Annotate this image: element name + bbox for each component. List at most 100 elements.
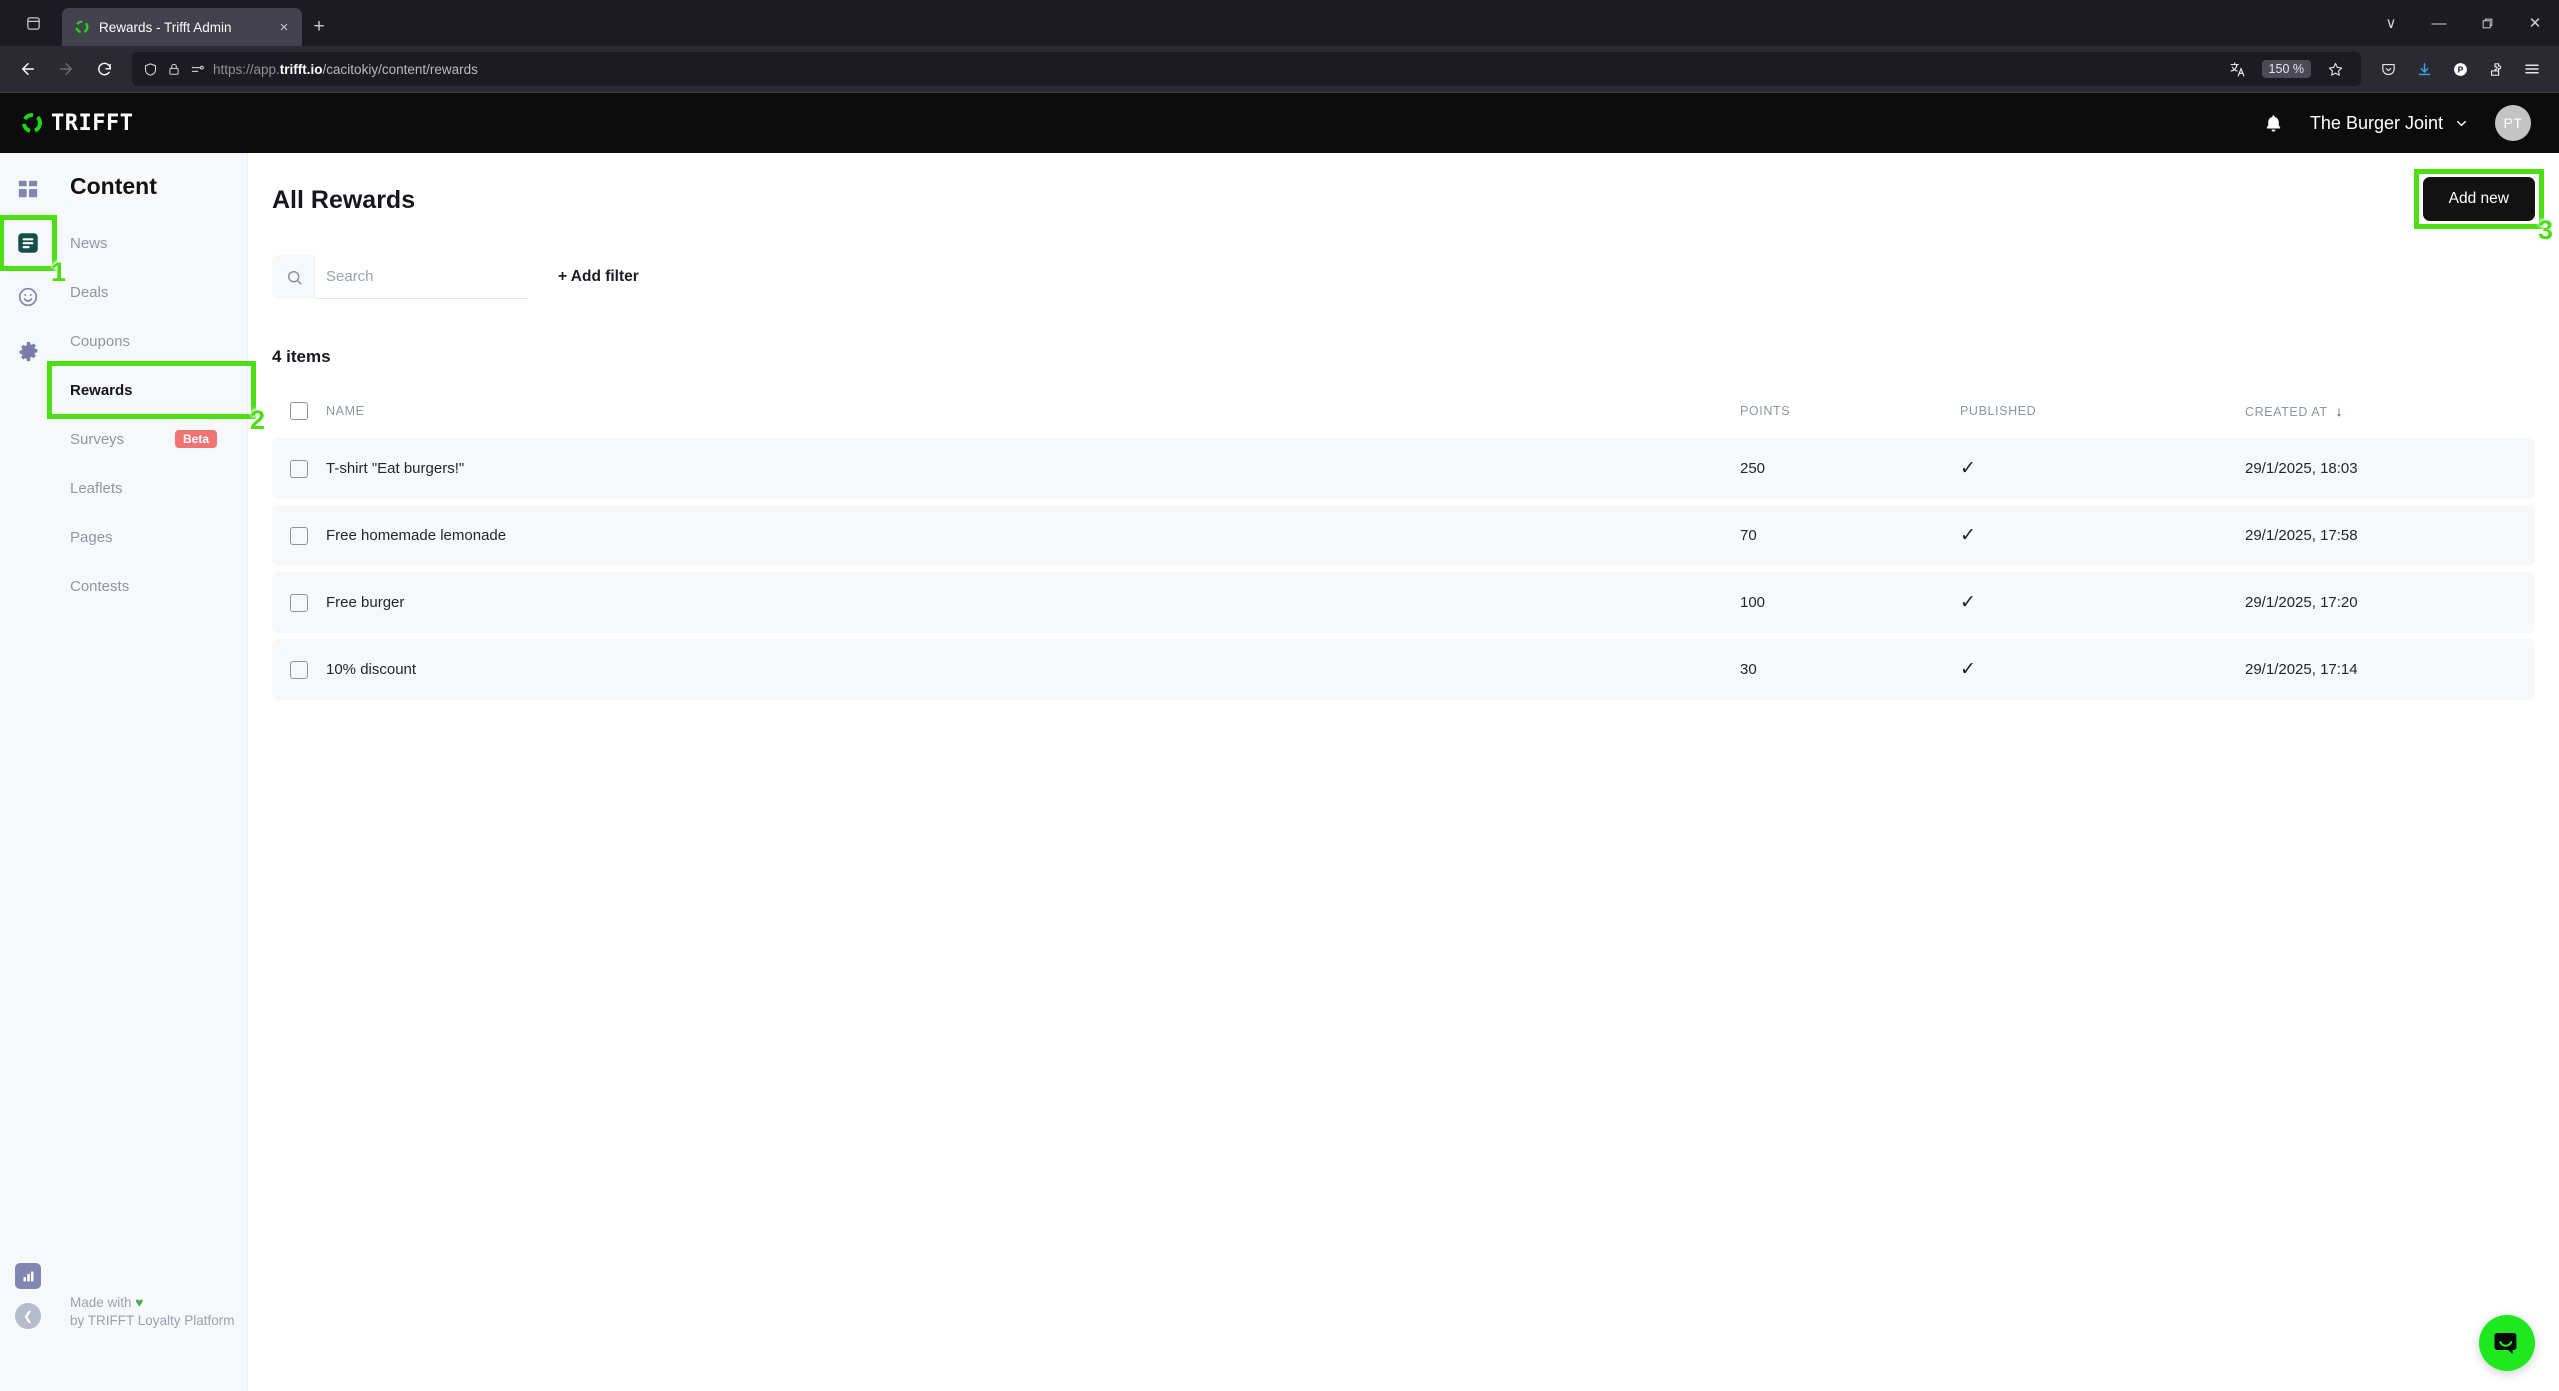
row-checkbox[interactable]	[290, 526, 308, 545]
menu-icon[interactable]	[2515, 52, 2549, 86]
row-points: 70	[1740, 527, 1757, 544]
row-published: ✓	[1960, 458, 1976, 479]
url-text: https://app.trifft.io/cacitokiy/content/…	[213, 61, 478, 77]
chat-bubble-icon	[2494, 1333, 2517, 1355]
minimize-icon[interactable]: —	[2415, 0, 2463, 46]
close-window-icon[interactable]: ✕	[2511, 0, 2559, 46]
browser-toolbar-icons: P	[2371, 52, 2549, 86]
browser-window: Rewards - Trifft Admin × + ∨ — ✕ https:/…	[0, 0, 2559, 1391]
application: TRIFFT The Burger Joint PT ❮ Content New…	[0, 93, 2559, 1391]
downloads-icon[interactable]	[2407, 52, 2441, 86]
sidebar-rail-settings[interactable]	[8, 331, 48, 371]
app-header: TRIFFT The Burger Joint PT	[0, 93, 2559, 153]
column-points[interactable]: POINTS	[1740, 392, 1960, 432]
translate-icon[interactable]	[2220, 52, 2256, 86]
row-published: ✓	[1960, 525, 1976, 546]
table-body: T-shirt "Eat burgers!" 250 ✓ 29/1/2025, …	[272, 438, 2535, 700]
row-checkbox[interactable]	[290, 593, 308, 612]
avatar[interactable]: PT	[2495, 105, 2531, 141]
row-checkbox[interactable]	[290, 660, 308, 679]
sidebar-icon-rail: ❮	[0, 153, 56, 1391]
engagement-smiley-icon	[18, 287, 38, 307]
sidebar-rail-content[interactable]	[8, 223, 48, 263]
sidebar-item-surveys[interactable]: Surveys Beta	[56, 418, 247, 460]
row-select-cell	[272, 505, 326, 566]
page-title: Content	[70, 173, 157, 199]
sidebar-item-label: Rewards	[70, 381, 133, 399]
table-row[interactable]: 10% discount 30 ✓ 29/1/2025, 17:14	[272, 639, 2535, 700]
sidebar-item-news[interactable]: News	[56, 222, 247, 264]
shield-icon[interactable]	[143, 62, 158, 77]
tab-strip: Rewards - Trifft Admin × + ∨ — ✕	[0, 0, 2559, 46]
search-input[interactable]	[316, 255, 528, 299]
zoom-level-badge[interactable]: 150 %	[2261, 59, 2311, 79]
lock-icon[interactable]	[167, 62, 181, 76]
permissions-icon[interactable]	[190, 62, 205, 77]
add-filter-button[interactable]: + Add filter	[558, 268, 639, 286]
sidebar-item-leaflets[interactable]: Leaflets	[56, 467, 247, 509]
maximize-icon[interactable]	[2463, 0, 2511, 46]
content-document-icon	[18, 233, 38, 253]
heart-icon: ♥	[135, 1295, 144, 1311]
add-new-button[interactable]: Add new	[2422, 177, 2535, 221]
pocket-icon[interactable]	[2371, 52, 2405, 86]
search-icon	[272, 255, 316, 299]
row-select-cell	[272, 438, 326, 499]
address-bar[interactable]: https://app.trifft.io/cacitokiy/content/…	[132, 52, 2361, 86]
sidebar-item-rewards[interactable]: Rewards	[56, 369, 247, 411]
row-published: ✓	[1960, 659, 1976, 680]
window-controls: ∨ — ✕	[2367, 0, 2559, 46]
organization-name: The Burger Joint	[2309, 112, 2443, 133]
column-published[interactable]: PUBLISHED	[1960, 392, 2245, 432]
trifft-logo-icon	[74, 19, 90, 35]
chat-launcher-button[interactable]	[2479, 1315, 2535, 1371]
extensions-icon[interactable]	[2479, 52, 2513, 86]
sidebar-item-contests[interactable]: Contests	[56, 565, 247, 607]
dashboard-grid-icon	[18, 180, 38, 198]
close-icon[interactable]: ×	[274, 20, 294, 35]
sidebar-item-deals[interactable]: Deals	[56, 271, 247, 313]
table-row[interactable]: Free homemade lemonade 70 ✓ 29/1/2025, 1…	[272, 505, 2535, 566]
row-select-cell	[272, 572, 326, 633]
reload-icon[interactable]	[86, 52, 122, 86]
row-points: 30	[1740, 661, 1757, 678]
back-icon[interactable]	[10, 52, 46, 86]
sidebar-nav: Content News Deals Coupons Rewards Surve	[56, 153, 247, 1391]
browser-tab[interactable]: Rewards - Trifft Admin ×	[62, 8, 302, 46]
bookmark-star-icon[interactable]	[2317, 52, 2353, 86]
sort-desc-arrow-icon: ↓	[2335, 403, 2344, 419]
sidebar-item-label: Deals	[70, 283, 109, 301]
row-select-cell	[272, 639, 326, 700]
trifft-brand-logo[interactable]: TRIFFT	[20, 111, 133, 136]
row-created-at: 29/1/2025, 17:20	[2245, 594, 2358, 611]
bell-icon[interactable]	[2263, 113, 2284, 134]
column-name[interactable]: NAME	[326, 392, 1740, 432]
sidebar-item-label: Pages	[70, 528, 113, 546]
collapse-sidebar-icon[interactable]: ❮	[15, 1303, 41, 1329]
chevron-down-icon[interactable]: ∨	[2367, 0, 2415, 46]
organization-switcher[interactable]: The Burger Joint	[2310, 113, 2469, 134]
row-published: ✓	[1960, 592, 1976, 613]
new-tab-button[interactable]: +	[302, 8, 336, 46]
sidebar-item-label: Contests	[70, 577, 130, 595]
table-row[interactable]: T-shirt "Eat burgers!" 250 ✓ 29/1/2025, …	[272, 438, 2535, 499]
search-box[interactable]	[272, 255, 528, 299]
sidebar-rail-dashboard[interactable]	[8, 169, 48, 209]
table-row[interactable]: Free burger 100 ✓ 29/1/2025, 17:20	[272, 572, 2535, 633]
row-created-at: 29/1/2025, 17:58	[2245, 527, 2358, 544]
sidebar-item-coupons[interactable]: Coupons	[56, 320, 247, 362]
annotation-number-1: 1	[51, 257, 67, 287]
row-points: 250	[1740, 460, 1766, 477]
select-all-checkbox[interactable]	[290, 402, 308, 420]
row-checkbox[interactable]	[290, 459, 308, 478]
column-created-at[interactable]: CREATED AT ↓	[2245, 392, 2535, 432]
sidebar-rail-engagement[interactable]	[8, 277, 48, 317]
app-body: ❮ Content News Deals Coupons Rewards Sur…	[0, 153, 2559, 1391]
profile-icon[interactable]: P	[2443, 52, 2477, 86]
sidebar-item-pages[interactable]: Pages	[56, 516, 247, 558]
analytics-chart-icon[interactable]	[15, 1263, 41, 1289]
forward-icon[interactable]	[48, 52, 84, 86]
sidebar: ❮ Content News Deals Coupons Rewards Sur…	[0, 153, 265, 1391]
row-points: 100	[1740, 594, 1766, 611]
tab-list-button[interactable]	[10, 0, 56, 46]
